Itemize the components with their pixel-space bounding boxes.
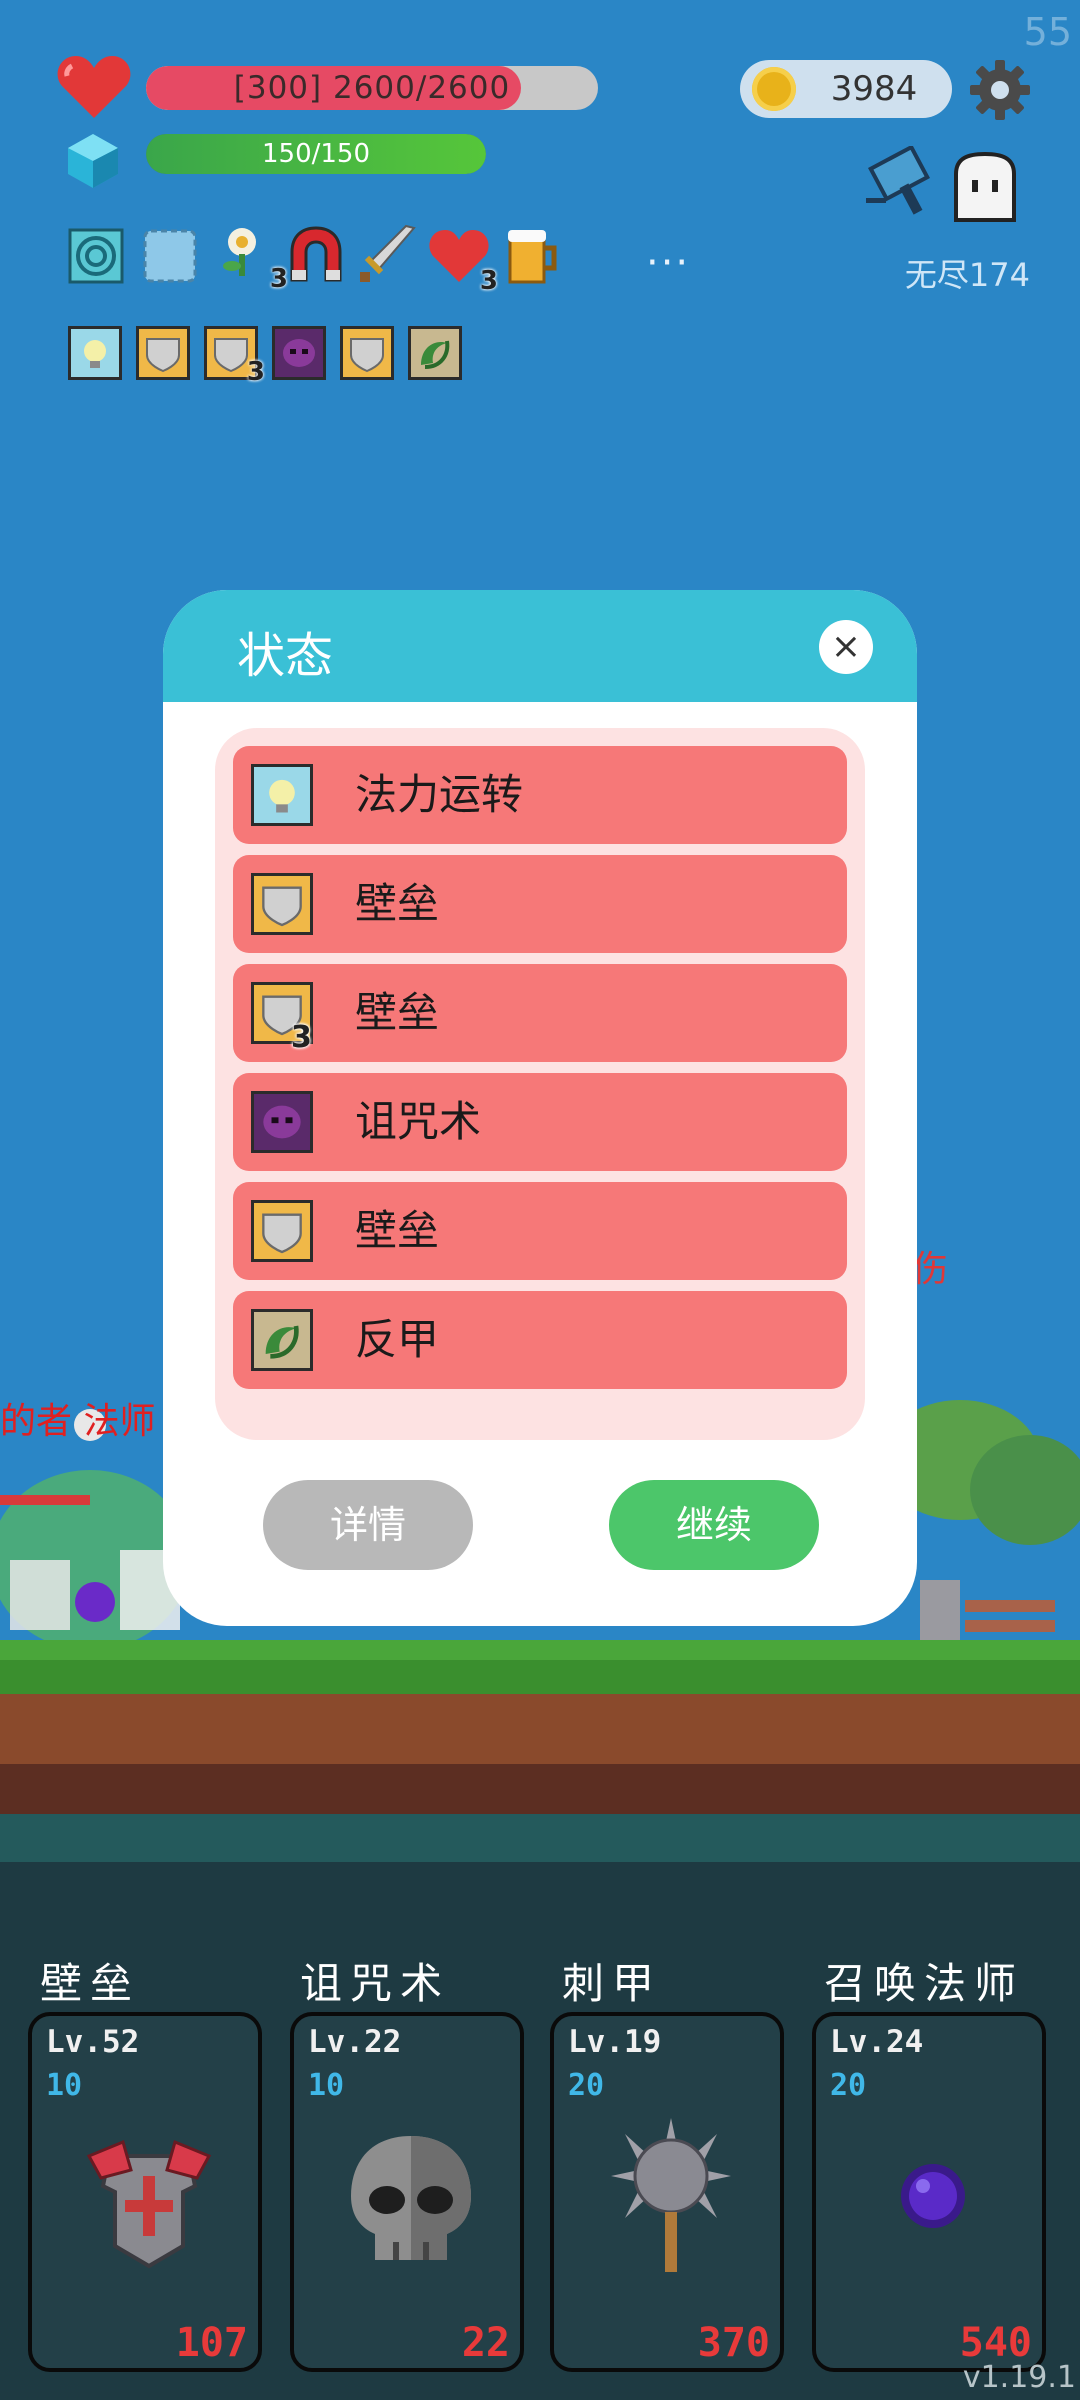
status-item-label: 反甲 (355, 1315, 440, 1364)
skill-card-curse[interactable]: Lv.22 10 22 (290, 2012, 524, 2372)
mana-text: 150/150 (261, 139, 370, 169)
endless-mode-label: 无尽174 (904, 256, 1030, 294)
card-level: Lv.22 (308, 2024, 402, 2060)
skill-card-summon-mage[interactable]: Lv.24 20 540 (812, 2012, 1046, 2372)
coin-icon (752, 67, 796, 111)
card-value: 370 (697, 2320, 770, 2366)
card-level: Lv.52 (46, 2024, 140, 2060)
card-cost: 10 (46, 2068, 83, 2103)
card-cost: 20 (568, 2068, 605, 2103)
dialog-header: 状态 × (163, 590, 917, 702)
status-item[interactable]: 壁垒 (233, 855, 847, 953)
bulwark-icon[interactable] (340, 326, 394, 380)
magnet-icon[interactable] (284, 224, 344, 284)
bulwark-icon (251, 873, 313, 935)
spiked-mace-icon (611, 2118, 731, 2272)
mana-bar: 150/150 (146, 134, 486, 174)
status-item-label: 壁垒 (355, 988, 440, 1037)
status-dialog: 状态 × 法力运转 壁垒 3 壁垒 诅咒术 壁垒 反甲 详情 继续 (163, 590, 917, 1626)
mana-flow-icon[interactable] (68, 326, 122, 380)
health-text: [300] 2600/2600 (233, 70, 511, 106)
bulwark-icon[interactable] (136, 326, 190, 380)
card-value: 22 (461, 2320, 510, 2366)
status-item[interactable]: 3 壁垒 (233, 964, 847, 1062)
curse-icon[interactable] (272, 326, 326, 380)
ground-dirt-dark (0, 1764, 1080, 1814)
sword-icon[interactable] (356, 224, 416, 284)
flower-icon[interactable]: 3 (218, 224, 288, 294)
floating-damage-text: 伤 (912, 1249, 949, 1290)
close-button[interactable]: × (819, 620, 873, 674)
health-bar: [300] 2600/2600 (146, 66, 598, 110)
continue-button[interactable]: 继续 (609, 1480, 819, 1570)
skill-card-bulwark[interactable]: Lv.52 10 107 (28, 2012, 262, 2372)
card-cost: 10 (308, 2068, 345, 2103)
heart-buff-icon[interactable]: 3 (428, 226, 498, 296)
swirl-rune-icon[interactable] (68, 228, 128, 288)
status-item[interactable]: 诅咒术 (233, 1073, 847, 1171)
heart-icon (57, 56, 131, 118)
coin-counter: 3984 (740, 60, 952, 118)
card-cost: 20 (830, 2068, 867, 2103)
floating-combat-text: 的者 法师 (0, 1401, 156, 1442)
ground-dirt (0, 1694, 1080, 1764)
card-title: 刺甲 (562, 1959, 663, 2008)
purple-orb-icon (901, 2164, 965, 2228)
bulwark-count: 3 (246, 357, 265, 387)
card-level: Lv.24 (830, 2024, 924, 2060)
card-title: 诅咒术 (300, 1959, 451, 2008)
curse-icon (251, 1091, 313, 1153)
status-item[interactable]: 反甲 (233, 1291, 847, 1389)
bulwark-icon (251, 1200, 313, 1262)
cleaver-icon[interactable] (862, 146, 942, 222)
bottom-panel-edge (0, 1814, 1080, 1862)
heart-buff-count: 3 (479, 266, 498, 296)
details-button[interactable]: 详情 (263, 1480, 473, 1570)
status-item-label: 诅咒术 (355, 1097, 482, 1146)
status-item-badge: 3 (291, 1020, 312, 1055)
thorns-icon[interactable] (408, 326, 462, 380)
thorns-icon (251, 1309, 313, 1371)
ghost-icon[interactable] (948, 150, 1022, 224)
version-label: v1.19.1 (962, 2360, 1076, 2395)
skill-card-thorn-armor[interactable]: Lv.19 20 370 (550, 2012, 784, 2372)
bulwark-icon[interactable]: 3 (204, 326, 265, 387)
beer-mug-icon[interactable] (504, 226, 564, 286)
skull-icon (351, 2136, 471, 2260)
status-item-label: 壁垒 (355, 879, 440, 928)
mana-flow-icon (251, 764, 313, 826)
fps-counter: 55 (1023, 10, 1072, 54)
gear-icon[interactable] (968, 58, 1032, 122)
status-item[interactable]: 法力运转 (233, 746, 847, 844)
empty-slot-icon[interactable] (142, 228, 202, 288)
armor-icon (86, 2139, 212, 2269)
status-list: 法力运转 壁垒 3 壁垒 诅咒术 壁垒 反甲 (215, 728, 865, 1440)
ground-grass-shade (0, 1660, 1080, 1694)
card-value: 107 (175, 2320, 248, 2366)
card-title: 壁垒 (40, 1959, 141, 2008)
more-buffs-button[interactable]: ··· (646, 240, 690, 286)
card-level: Lv.19 (568, 2024, 662, 2060)
status-item-label: 法力运转 (355, 770, 524, 819)
coin-amount: 3984 (830, 69, 918, 109)
status-item-label: 壁垒 (355, 1206, 440, 1255)
mana-crystal-icon (68, 134, 118, 188)
dialog-title: 状态 (237, 628, 334, 684)
status-item[interactable]: 壁垒 (233, 1182, 847, 1280)
card-title: 召唤法师 (824, 1959, 1025, 2008)
